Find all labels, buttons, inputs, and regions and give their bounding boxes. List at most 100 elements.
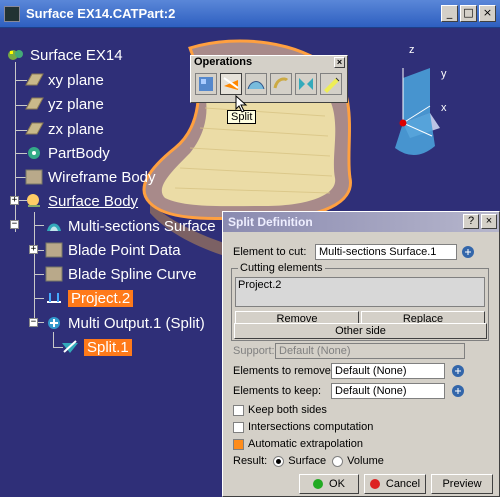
element-to-cut-field[interactable]: Multi-sections Surface.1 — [315, 244, 457, 260]
plane-icon — [25, 97, 44, 110]
close-button[interactable]: × — [479, 5, 496, 22]
result-volume-radio[interactable] — [332, 455, 344, 467]
cancel-button[interactable]: Cancel — [364, 474, 426, 494]
tree-item-label: Wireframe Body — [48, 168, 156, 186]
operations-toolbar: Operations × — [190, 55, 348, 103]
tree-item-partbody[interactable]: PartBody — [24, 143, 110, 163]
tree-item-wireframe-body[interactable]: Wireframe Body — [24, 167, 156, 187]
cutting-elements-list[interactable]: Project.2 — [235, 277, 485, 307]
tree-item-label: Split.1 — [84, 338, 132, 356]
tree-item-multi-sections-surface[interactable]: Multi-sections Surface — [44, 216, 216, 236]
list-item[interactable]: Project.2 — [238, 279, 482, 291]
join-button[interactable] — [195, 73, 217, 95]
auto-extrapolation-checkbox[interactable] — [233, 438, 244, 450]
mouse-cursor-icon — [235, 95, 248, 113]
element-to-cut-label: Element to cut: — [233, 246, 307, 258]
element-to-cut-row: Element to cut: Multi-sections Surface.1 — [233, 244, 476, 260]
operations-toolbar-title[interactable]: Operations × — [191, 56, 347, 70]
maximize-button[interactable]: □ — [460, 5, 477, 22]
result-surface-radio[interactable] — [273, 455, 285, 467]
auto-extrapolation-label: Automatic extrapolation — [248, 438, 363, 450]
elements-to-remove-row: Elements to remove: Default (None) — [233, 363, 466, 379]
elements-to-keep-row: Elements to keep: Default (None) — [233, 383, 466, 399]
plane-icon — [25, 73, 44, 86]
keep-both-sides-checkbox[interactable] — [233, 404, 244, 416]
keep-both-sides-label: Keep both sides — [248, 404, 327, 416]
other-side-button[interactable]: Other side — [234, 323, 487, 339]
support-row: Support: Default (None) — [233, 343, 465, 359]
wireframe-icon — [25, 169, 43, 185]
split-button[interactable] — [220, 73, 242, 95]
tree-item-label: Blade Spline Curve — [68, 265, 197, 283]
fillet-icon — [247, 81, 265, 90]
split-tool-icon — [223, 77, 239, 90]
tree-item-yz-plane[interactable]: yz plane — [24, 94, 104, 114]
cutting-elements-label: Cutting elements — [238, 262, 325, 274]
symmetry-button[interactable] — [295, 73, 317, 95]
minimize-button[interactable]: _ — [441, 5, 458, 22]
loft-icon — [47, 223, 61, 231]
translate-button[interactable] — [270, 73, 292, 95]
tree-item-xy-plane[interactable]: xy plane — [24, 70, 104, 90]
support-field: Default (None) — [275, 343, 465, 359]
result-volume-label: Volume — [347, 455, 384, 467]
tree-item-blade-spline-curve[interactable]: Blade Spline Curve — [44, 264, 196, 284]
tree-item-project-2[interactable]: Project.2 — [44, 288, 134, 308]
collapse-surface-body[interactable]: − — [10, 220, 19, 229]
collapse-multi-output[interactable]: − — [29, 318, 38, 327]
tree-item-label: zx plane — [48, 120, 104, 138]
compass-x-label: x — [441, 102, 447, 114]
tree-item-label: Project.2 — [68, 289, 134, 307]
tree-root-label: Surface EX14 — [30, 46, 123, 64]
result-label: Result: — [233, 455, 268, 467]
tree-item-blade-point-data[interactable]: Blade Point Data — [44, 240, 181, 260]
geoset-icon — [45, 242, 63, 258]
dialog-titlebar[interactable]: Split Definition ? × — [223, 212, 499, 232]
compass-y-label: y — [441, 68, 447, 80]
selection-picker-icon[interactable] — [450, 383, 466, 399]
tree-item-multi-output[interactable]: Multi Output.1 (Split) — [44, 313, 205, 333]
surface-body-icon — [27, 194, 40, 207]
elements-to-keep-label: Elements to keep: — [233, 385, 322, 397]
result-row: Result: Surface Volume — [233, 455, 384, 467]
ok-icon — [313, 479, 324, 489]
plane-icon — [25, 122, 44, 135]
tree-item-split-1[interactable]: Split.1 — [60, 337, 132, 357]
elements-to-remove-field[interactable]: Default (None) — [331, 363, 445, 379]
tree-item-surface-body[interactable]: Surface Body — [24, 191, 138, 211]
expand-wireframe-body[interactable]: + — [10, 196, 19, 205]
cancel-icon — [369, 479, 380, 489]
translate-icon — [273, 77, 289, 89]
preview-label: Preview — [442, 478, 482, 490]
tree-item-label: xy plane — [48, 71, 104, 89]
tree-item-label: Multi-sections Surface — [68, 217, 216, 235]
split-definition-dialog: Split Definition ? × Element to cut: Mul… — [222, 211, 500, 497]
preview-button[interactable]: Preview — [431, 474, 493, 494]
fillet-button[interactable] — [245, 73, 267, 95]
elements-to-keep-field[interactable]: Default (None) — [331, 383, 445, 399]
body-gear-icon — [28, 147, 40, 159]
tree-item-label: Multi Output.1 (Split) — [68, 314, 205, 332]
compass-z-label: z — [409, 44, 415, 56]
operations-title-label: Operations — [194, 56, 253, 68]
intersections-checkbox[interactable] — [233, 421, 244, 433]
extrapolate-icon — [324, 77, 340, 93]
extrapolate-button[interactable] — [320, 73, 342, 95]
dialog-close-button[interactable]: × — [481, 214, 497, 229]
tree-item-label: yz plane — [48, 95, 104, 113]
tree-root[interactable]: Surface EX14 — [6, 45, 123, 65]
dialog-help-button[interactable]: ? — [463, 214, 479, 229]
expand-blade-point-data[interactable]: + — [29, 245, 38, 254]
keep-both-sides-row[interactable]: Keep both sides — [233, 404, 327, 416]
result-surface-label: Surface — [288, 455, 327, 467]
selection-picker-icon[interactable] — [460, 244, 476, 260]
operations-close-button[interactable]: × — [334, 57, 345, 68]
ok-button[interactable]: OK — [299, 474, 359, 494]
selection-picker-icon[interactable] — [450, 363, 466, 379]
intersections-row[interactable]: Intersections computation — [233, 421, 373, 433]
support-label: Support: — [233, 345, 275, 357]
ok-label: OK — [329, 478, 345, 490]
tree-item-zx-plane[interactable]: zx plane — [24, 119, 104, 139]
tree-item-label: PartBody — [48, 144, 110, 162]
auto-extrapolation-row[interactable]: Automatic extrapolation — [233, 438, 363, 450]
